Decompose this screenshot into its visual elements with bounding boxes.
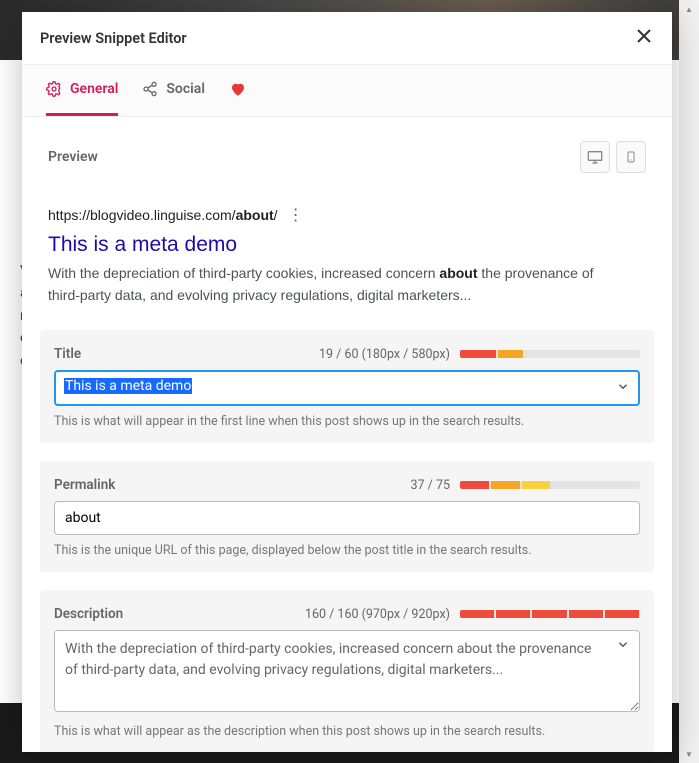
modal-header: Preview Snippet Editor — [22, 12, 672, 65]
tab-general[interactable]: General — [46, 65, 118, 116]
mobile-view-button[interactable] — [616, 141, 646, 173]
heart-icon — [229, 80, 247, 102]
title-field-card: Title 19 / 60 (180px / 580px) This is a … — [40, 330, 654, 443]
modal-body[interactable]: Preview https://blogvideo.linguise.com/a… — [22, 117, 672, 752]
scroll-up-icon[interactable]: ▲ — [680, 0, 698, 18]
title-input[interactable] — [54, 370, 640, 406]
kebab-icon[interactable]: ⋮ — [288, 205, 304, 225]
scroll-down-icon[interactable]: ▼ — [680, 745, 698, 763]
serp-preview: https://blogvideo.linguise.com/about/ ⋮ … — [48, 205, 646, 306]
permalink-field-card: Permalink 37 / 75 This is the unique URL… — [40, 461, 654, 572]
description-progress — [460, 610, 640, 618]
chevron-down-icon — [616, 380, 630, 394]
description-textarea[interactable] — [54, 630, 640, 712]
tab-social[interactable]: Social — [142, 65, 205, 116]
description-field-card: Description 160 / 160 (970px / 920px) — [40, 590, 654, 752]
gear-icon — [46, 81, 62, 97]
serp-url-suffix: / — [274, 207, 278, 223]
mobile-icon — [625, 149, 637, 165]
title-label: Title — [54, 346, 81, 362]
serp-url: https://blogvideo.linguise.com/about/ ⋮ — [48, 205, 646, 225]
title-help: This is what will appear in the first li… — [54, 414, 640, 429]
permalink-input[interactable] — [54, 501, 640, 535]
description-help: This is what will appear as the descript… — [54, 724, 640, 739]
close-button[interactable] — [634, 26, 654, 50]
modal-title: Preview Snippet Editor — [40, 30, 187, 47]
title-stats: 19 / 60 (180px / 580px) — [319, 347, 450, 362]
desktop-icon — [587, 149, 603, 165]
close-icon — [634, 26, 654, 46]
preview-view-toggle — [580, 141, 646, 173]
serp-url-prefix: https://blogvideo.linguise.com/ — [48, 207, 236, 223]
desktop-view-button[interactable] — [580, 141, 610, 173]
permalink-stats: 37 / 75 — [411, 478, 450, 493]
permalink-label: Permalink — [54, 477, 115, 493]
tab-general-label: General — [70, 81, 118, 97]
chevron-down-icon — [616, 638, 630, 652]
tab-favorite[interactable] — [229, 65, 247, 116]
preview-section: Preview https://blogvideo.linguise.com/a… — [22, 117, 672, 330]
share-icon — [142, 81, 158, 97]
snippet-editor-modal: Preview Snippet Editor General Social — [22, 12, 672, 752]
description-stats: 160 / 160 (970px / 920px) — [305, 607, 450, 622]
permalink-progress — [460, 481, 640, 489]
serp-description: With the depreciation of third-party coo… — [48, 263, 628, 306]
description-label: Description — [54, 606, 123, 622]
tab-social-label: Social — [166, 81, 205, 97]
title-dropdown-toggle[interactable] — [616, 379, 630, 398]
serp-title: This is a meta demo — [48, 233, 646, 257]
title-progress — [460, 350, 640, 358]
preview-label: Preview — [48, 149, 98, 165]
tabs-bar: General Social — [22, 65, 672, 117]
serp-url-bold: about — [236, 207, 274, 223]
page-scrollbar[interactable]: ▲ ▼ — [679, 0, 699, 763]
permalink-help: This is the unique URL of this page, dis… — [54, 543, 640, 558]
description-dropdown-toggle[interactable] — [616, 637, 630, 656]
